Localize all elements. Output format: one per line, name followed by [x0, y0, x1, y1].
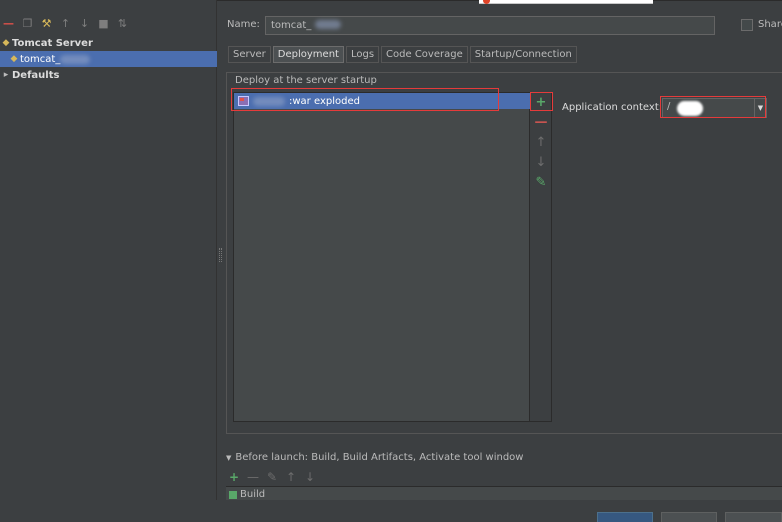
apply-button[interactable]	[725, 512, 782, 522]
ok-button[interactable]	[597, 512, 653, 522]
arrow-up-icon[interactable]: ↑	[59, 17, 72, 30]
copy-icon[interactable]: ❐	[21, 17, 34, 30]
editor-tabs: Server Deployment Logs Code Coverage Sta…	[228, 46, 577, 63]
configurations-pane: — ❐ ⚒ ↑ ↓ ■ ⇅ ◆ Tomcat Server ◆ tomcat_ …	[0, 0, 217, 518]
tab-server[interactable]: Server	[228, 46, 271, 63]
edit-icon[interactable]: ✎	[530, 173, 552, 191]
move-down-icon[interactable]: ↓	[304, 470, 316, 484]
tree-group-label: Tomcat Server	[12, 37, 93, 49]
before-launch-item-label: Build	[240, 489, 266, 500]
cancel-button[interactable]	[661, 512, 717, 522]
deploy-artifacts-list[interactable]: :war exploded	[233, 92, 531, 422]
redacted-text	[60, 54, 91, 64]
name-field-value: tomcat_	[271, 20, 312, 31]
before-launch-list[interactable]: Build	[226, 486, 782, 500]
name-label: Name:	[227, 19, 260, 30]
tree-group-tomcat-server[interactable]: ◆ Tomcat Server	[0, 35, 217, 51]
folder-icon[interactable]: ■	[97, 17, 110, 30]
add-icon[interactable]: +	[228, 470, 240, 484]
name-field[interactable]: tomcat_	[265, 16, 715, 35]
deploy-side-toolbar: + — ↑ ↓ ✎	[530, 92, 552, 422]
move-up-icon[interactable]: ↑	[530, 133, 552, 151]
tree-item-tomcat-config[interactable]: ◆ tomcat_	[0, 51, 217, 67]
tab-code-coverage[interactable]: Code Coverage	[381, 46, 468, 63]
deploy-group: Deploy at the server startup :war explod…	[226, 72, 782, 434]
before-launch-header[interactable]: ▼ Before launch: Build, Build Artifacts,…	[226, 452, 523, 463]
remove-icon[interactable]: —	[247, 470, 259, 484]
build-icon	[229, 490, 237, 499]
share-checkbox[interactable]	[741, 19, 753, 31]
highlight-box-artifact	[231, 88, 499, 111]
deploy-group-title: Deploy at the server startup	[233, 75, 379, 86]
tree-item-label: tomcat_	[20, 53, 61, 65]
before-launch-toolbar: + — ✎ ↑ ↓	[228, 470, 316, 484]
configurations-toolbar: — ❐ ⚒ ↑ ↓ ■ ⇅	[0, 10, 217, 36]
wrench-icon[interactable]: ⚒	[40, 17, 53, 30]
defaults-icon: ▸	[3, 70, 9, 80]
tomcat-config-icon: ◆	[10, 54, 18, 64]
tree-group-defaults[interactable]: ▸ Defaults	[0, 67, 217, 83]
expand-triangle-icon[interactable]: ▼	[226, 454, 231, 462]
sort-icon[interactable]: ⇅	[116, 17, 129, 30]
arrow-down-icon[interactable]: ↓	[78, 17, 91, 30]
configuration-editor: Name: tomcat_ Share Server Deployment Lo…	[222, 0, 782, 518]
remove-icon[interactable]: —	[530, 113, 552, 131]
application-context-label: Application context:	[562, 102, 663, 113]
highlight-box-add	[530, 92, 553, 111]
before-launch-label: Before launch: Build, Build Artifacts, A…	[235, 452, 524, 463]
minus-icon[interactable]: —	[2, 17, 15, 30]
tab-logs[interactable]: Logs	[345, 46, 380, 63]
edit-icon[interactable]: ✎	[266, 470, 278, 484]
move-down-icon[interactable]: ↓	[530, 153, 552, 171]
share-label: Share	[758, 19, 782, 30]
list-item[interactable]: Build	[229, 489, 265, 500]
tomcat-icon: ◆	[2, 38, 10, 48]
move-up-icon[interactable]: ↑	[285, 470, 297, 484]
tab-startup-connection[interactable]: Startup/Connection	[469, 46, 577, 63]
configurations-tree: ◆ Tomcat Server ◆ tomcat_ ▸ Defaults	[0, 35, 217, 83]
redacted-text	[314, 20, 341, 29]
highlight-box-context	[660, 96, 766, 118]
tab-deployment[interactable]: Deployment	[272, 46, 344, 63]
tree-defaults-label: Defaults	[12, 69, 60, 81]
